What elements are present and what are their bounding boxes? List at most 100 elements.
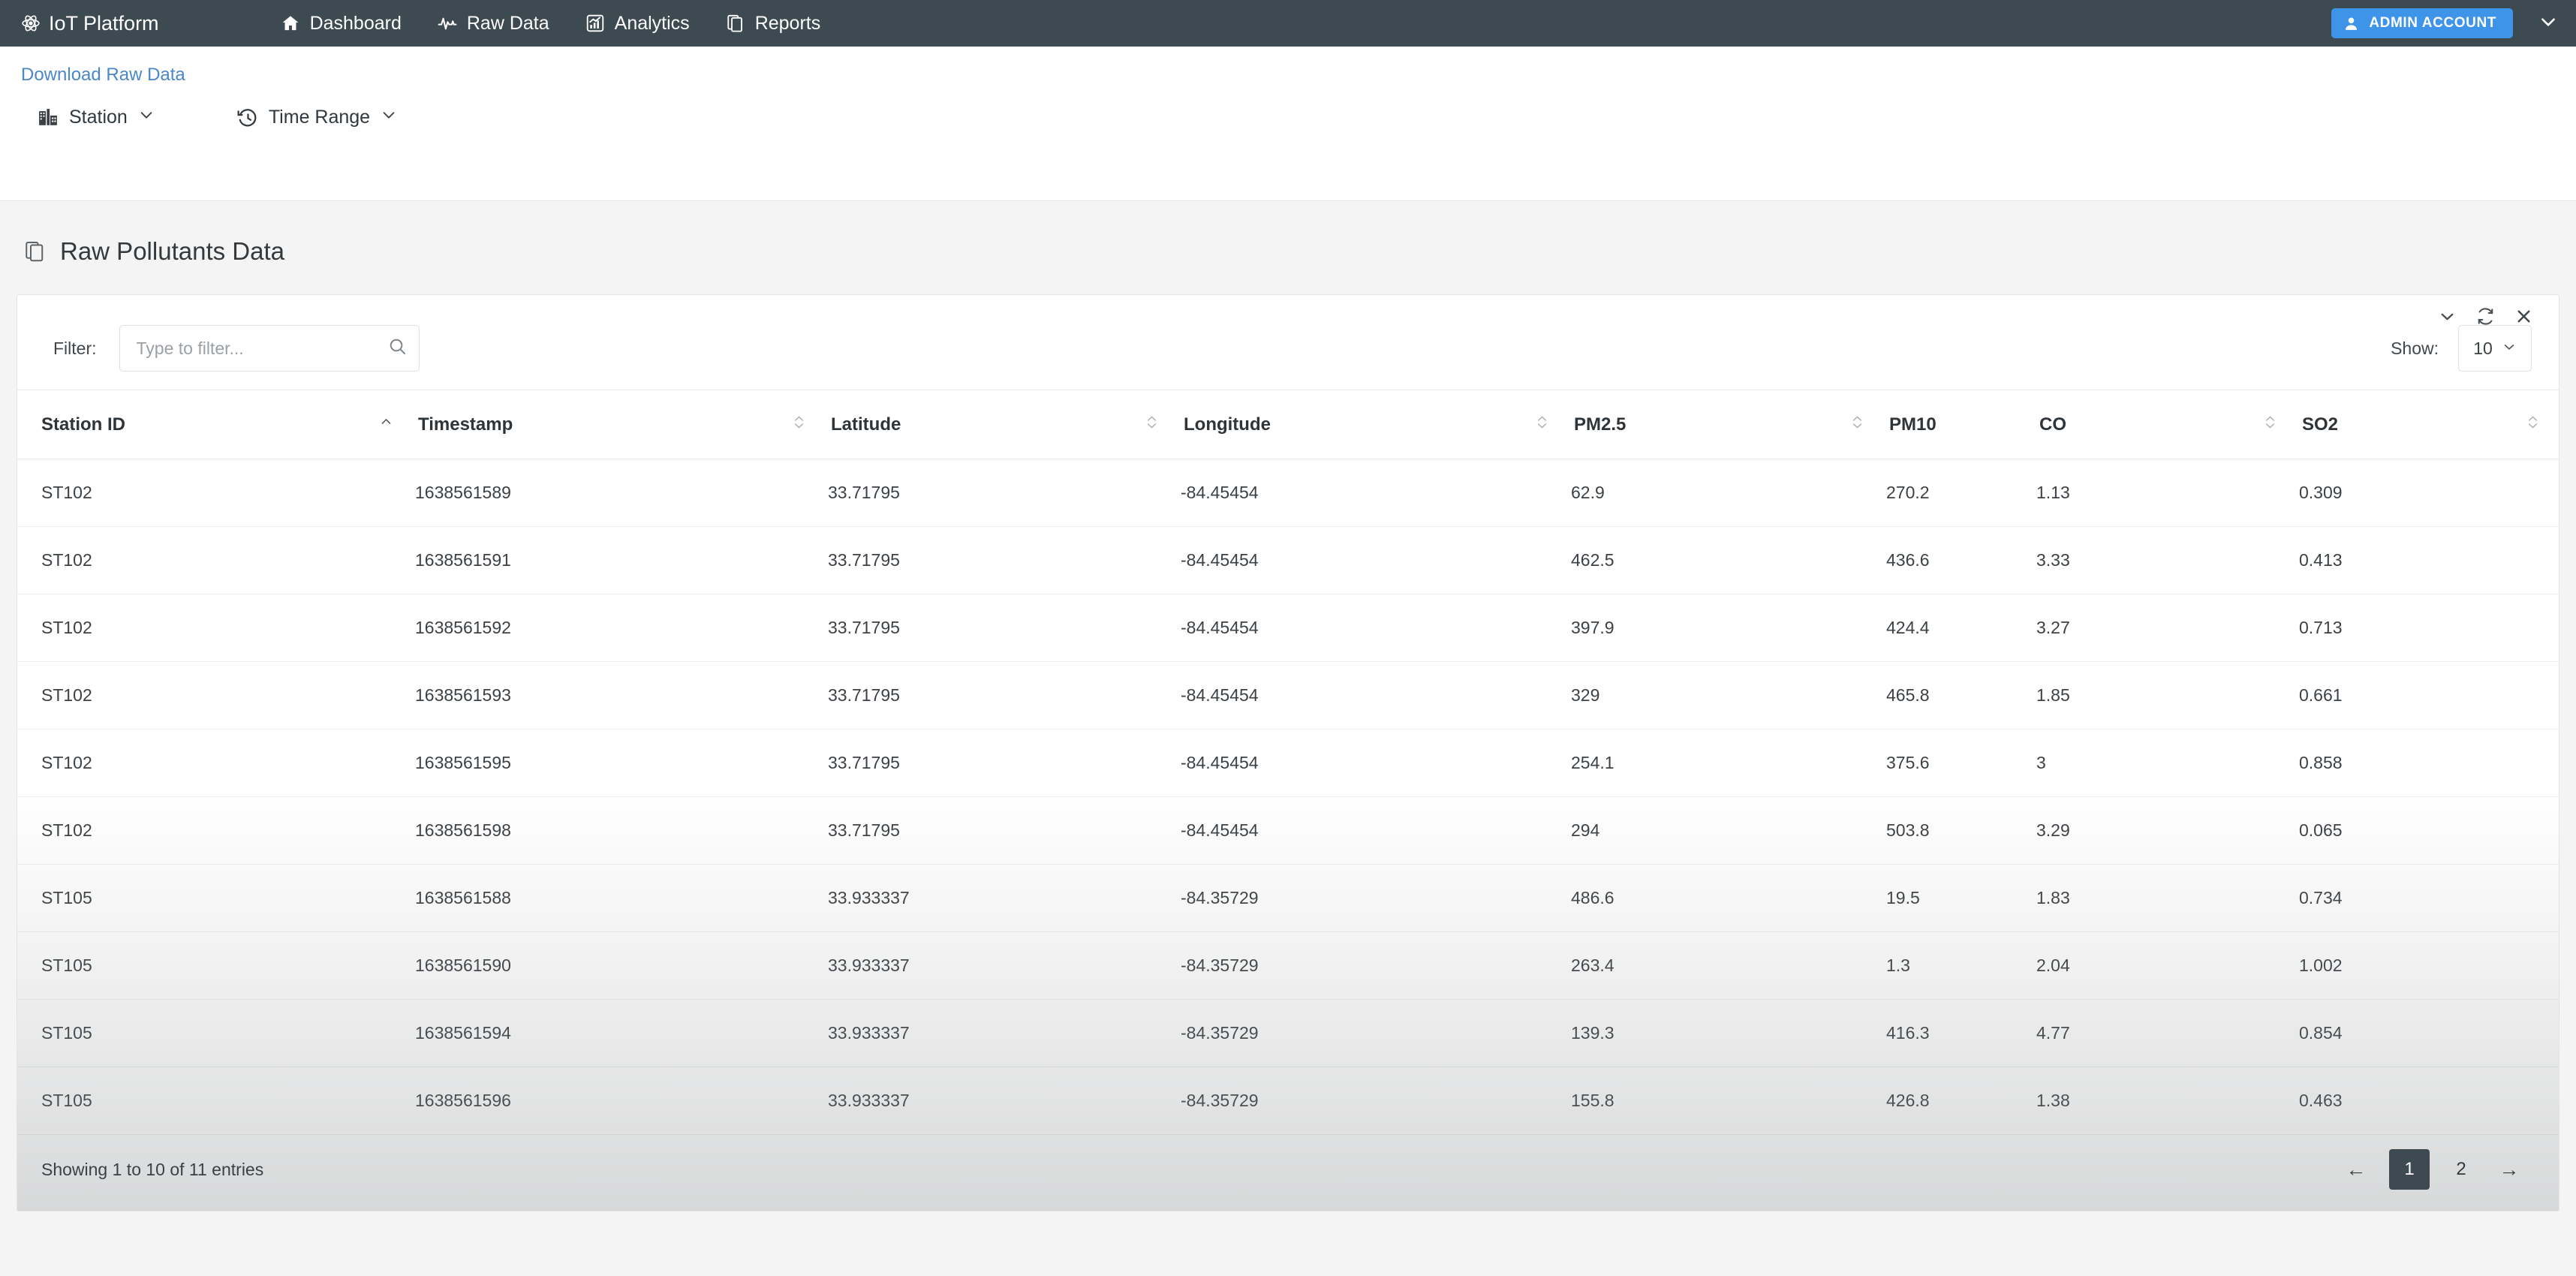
col-label: Latitude xyxy=(831,414,901,435)
col-header-latitude[interactable]: Latitude xyxy=(828,390,1181,459)
copy-pages-icon xyxy=(24,240,47,263)
close-icon[interactable] xyxy=(2514,307,2533,330)
sort-both-icon xyxy=(2526,414,2539,436)
sort-asc-icon xyxy=(380,414,393,435)
pulse-icon xyxy=(438,14,457,33)
cell-co: 3.27 xyxy=(2036,594,2299,662)
filter-input-wrapper[interactable] xyxy=(119,325,420,372)
cell-so2: 0.463 xyxy=(2299,1067,2559,1135)
cell-pm25: 294 xyxy=(1571,796,1886,865)
filter-label: Filter: xyxy=(53,338,97,358)
cell-latitude: 33.71795 xyxy=(828,526,1181,594)
cell-timestamp: 1638561593 xyxy=(415,661,828,730)
brand-logo[interactable]: IoT Platform xyxy=(21,12,159,35)
sub-toolbar: Download Raw Data Station Time Range xyxy=(0,47,2576,201)
cell-longitude: -84.45454 xyxy=(1181,729,1571,797)
table-row[interactable]: ST102 1638561598 33.71795 -84.45454 294 503.8… xyxy=(17,796,2559,865)
table-body: ST102 1638561589 33.71795 -84.45454 62.9 270.… xyxy=(17,459,2559,1135)
cell-pm10: 426.8 xyxy=(1886,1067,2036,1135)
cell-so2: 0.413 xyxy=(2299,526,2559,594)
cell-latitude: 33.933337 xyxy=(828,931,1181,1000)
nav-item-dashboard[interactable]: Dashboard xyxy=(279,10,403,38)
table-row[interactable]: ST102 1638561589 33.71795 -84.45454 62.9 270.… xyxy=(17,459,2559,527)
cell-pm10: 1.3 xyxy=(1886,931,2036,1000)
user-icon xyxy=(2343,16,2359,32)
table-row[interactable]: ST102 1638561591 33.71795 -84.45454 462.5 436… xyxy=(17,526,2559,594)
cell-latitude: 33.933337 xyxy=(828,1067,1181,1135)
cell-pm25: 397.9 xyxy=(1571,594,1886,662)
refresh-icon[interactable] xyxy=(2476,307,2495,330)
collapse-chevron-down-icon[interactable] xyxy=(2438,307,2457,330)
nav-label: Analytics xyxy=(614,12,690,34)
sort-both-icon xyxy=(2264,414,2277,436)
time-range-dropdown[interactable]: Time Range xyxy=(237,107,397,128)
cell-longitude: -84.45454 xyxy=(1181,796,1571,865)
card-tools xyxy=(2438,307,2533,330)
nav-item-reports[interactable]: Reports xyxy=(724,10,823,38)
cell-station-id: ST102 xyxy=(17,729,415,797)
cell-timestamp: 1638561589 xyxy=(415,459,828,527)
table-row[interactable]: ST105 1638561596 33.933337 -84.35729 155.8 42… xyxy=(17,1067,2559,1135)
cell-so2: 0.858 xyxy=(2299,729,2559,797)
chevron-down-icon xyxy=(381,107,397,128)
table-row[interactable]: ST105 1638561590 33.933337 -84.35729 263.4 1.… xyxy=(17,931,2559,1000)
navbar-right: ADMIN ACCOUNT xyxy=(2331,0,2558,47)
pagination-next[interactable]: → xyxy=(2493,1152,2526,1187)
home-icon xyxy=(281,14,300,33)
col-header-so2[interactable]: SO2 xyxy=(2299,390,2559,459)
filter-input[interactable] xyxy=(136,338,388,359)
cell-timestamp: 1638561596 xyxy=(415,1067,828,1135)
col-header-pm10[interactable]: PM10 xyxy=(1886,390,2036,459)
page-size-value: 10 xyxy=(2473,338,2493,358)
cell-latitude: 33.933337 xyxy=(828,999,1181,1067)
cell-pm10: 424.4 xyxy=(1886,594,2036,662)
admin-account-button[interactable]: ADMIN ACCOUNT xyxy=(2331,8,2513,38)
table-row[interactable]: ST102 1638561592 33.71795 -84.45454 397.9 424… xyxy=(17,594,2559,662)
cell-station-id: ST102 xyxy=(17,661,415,730)
cell-so2: 0.713 xyxy=(2299,594,2559,662)
col-header-station-id[interactable]: Station ID xyxy=(17,390,415,459)
station-dropdown-label: Station xyxy=(69,107,128,128)
table-row[interactable]: ST102 1638561593 33.71795 -84.45454 329 465.8… xyxy=(17,661,2559,730)
card-footer: Showing 1 to 10 of 11 entries ← 1 2 → xyxy=(17,1128,2559,1211)
cell-co: 1.13 xyxy=(2036,459,2299,527)
cell-pm25: 486.6 xyxy=(1571,864,1886,932)
col-header-timestamp[interactable]: Timestamp xyxy=(415,390,828,459)
col-label: PM10 xyxy=(1889,414,1937,435)
nav-item-analytics[interactable]: Analytics xyxy=(584,10,691,38)
pagination-page-2[interactable]: 2 xyxy=(2446,1152,2476,1187)
page-size-select[interactable]: 10 xyxy=(2458,325,2532,372)
nav-item-raw-data[interactable]: Raw Data xyxy=(436,10,551,38)
cell-longitude: -84.45454 xyxy=(1181,459,1571,527)
col-header-co[interactable]: CO xyxy=(2036,390,2299,459)
search-icon[interactable] xyxy=(388,337,407,360)
cell-station-id: ST105 xyxy=(17,931,415,1000)
show-group: Show: 10 xyxy=(2391,325,2532,372)
pagination-page-1[interactable]: 1 xyxy=(2389,1149,2430,1190)
cell-pm10: 465.8 xyxy=(1886,661,2036,730)
cell-station-id: ST105 xyxy=(17,864,415,932)
time-range-dropdown-label: Time Range xyxy=(268,107,371,128)
cell-latitude: 33.71795 xyxy=(828,729,1181,797)
table-row[interactable]: ST102 1638561595 33.71795 -84.45454 254.1 375… xyxy=(17,729,2559,797)
station-dropdown[interactable]: Station xyxy=(38,107,155,128)
pagination-prev[interactable]: ← xyxy=(2340,1152,2373,1187)
col-header-pm25[interactable]: PM2.5 xyxy=(1571,390,1886,459)
chevron-down-icon[interactable] xyxy=(2538,12,2558,35)
cell-station-id: ST102 xyxy=(17,459,415,527)
table-header-row: Station ID Timestamp Latitude Longitude … xyxy=(17,390,2559,459)
cell-timestamp: 1638561592 xyxy=(415,594,828,662)
cell-station-id: ST105 xyxy=(17,1067,415,1135)
cell-latitude: 33.71795 xyxy=(828,459,1181,527)
cell-pm10: 416.3 xyxy=(1886,999,2036,1067)
cell-latitude: 33.71795 xyxy=(828,661,1181,730)
table-row[interactable]: ST105 1638561588 33.933337 -84.35729 486.6 19… xyxy=(17,864,2559,932)
cell-station-id: ST105 xyxy=(17,999,415,1067)
cell-pm25: 155.8 xyxy=(1571,1067,1886,1135)
page-body: Raw Pollutants Data Filter: Type to filt… xyxy=(0,201,2576,1276)
table-row[interactable]: ST105 1638561594 33.933337 -84.35729 139.3 41… xyxy=(17,999,2559,1067)
col-header-longitude[interactable]: Longitude xyxy=(1181,390,1571,459)
download-raw-data-link[interactable]: Download Raw Data xyxy=(21,65,185,86)
brand-label: IoT Platform xyxy=(49,11,159,35)
cell-longitude: -84.35729 xyxy=(1181,999,1571,1067)
